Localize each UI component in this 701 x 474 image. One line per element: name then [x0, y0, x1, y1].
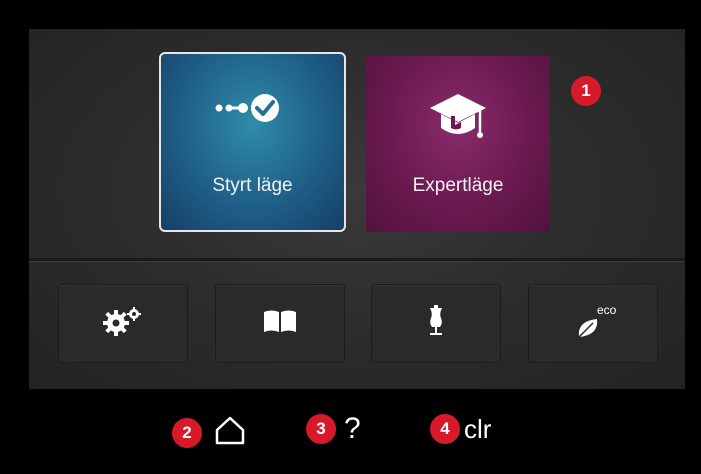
clear-group: 4 clr: [430, 414, 491, 444]
eco-leaf-icon: eco: [573, 303, 616, 339]
guided-path-check-icon: [161, 88, 344, 128]
callout-badge-4: 4: [430, 414, 460, 444]
expert-mode-tile[interactable]: Expertläge: [366, 56, 550, 232]
creative-consultant-button[interactable]: [371, 284, 501, 363]
expert-mode-label: Expertläge: [412, 175, 504, 196]
callout-badge-3: 3: [306, 414, 336, 444]
dress-form-icon: [426, 305, 446, 342]
callout-badge-2: 2: [172, 417, 202, 448]
home-group: 2: [172, 414, 246, 451]
settings-button[interactable]: [58, 284, 188, 363]
help-group: 3 ?: [306, 414, 361, 444]
guided-mode-tile[interactable]: Styrt läge: [159, 52, 346, 232]
settings-gears-icon: [103, 306, 143, 341]
help-button[interactable]: ?: [344, 414, 361, 444]
home-icon[interactable]: [214, 414, 246, 451]
graduation-cap-icon: [366, 92, 550, 144]
eco-caption: eco: [597, 302, 617, 317]
book-icon: [262, 309, 298, 338]
touchscreen: Styrt läge Expertläge 1 eco 2 3 ? 4 clr: [0, 0, 701, 474]
eco-mode-button[interactable]: eco: [528, 284, 658, 363]
callout-badge-1: 1: [571, 76, 601, 106]
clear-button[interactable]: clr: [464, 414, 491, 444]
manual-button[interactable]: [215, 284, 345, 363]
panel-divider: [29, 258, 685, 261]
guided-mode-label: Styrt läge: [212, 175, 293, 196]
